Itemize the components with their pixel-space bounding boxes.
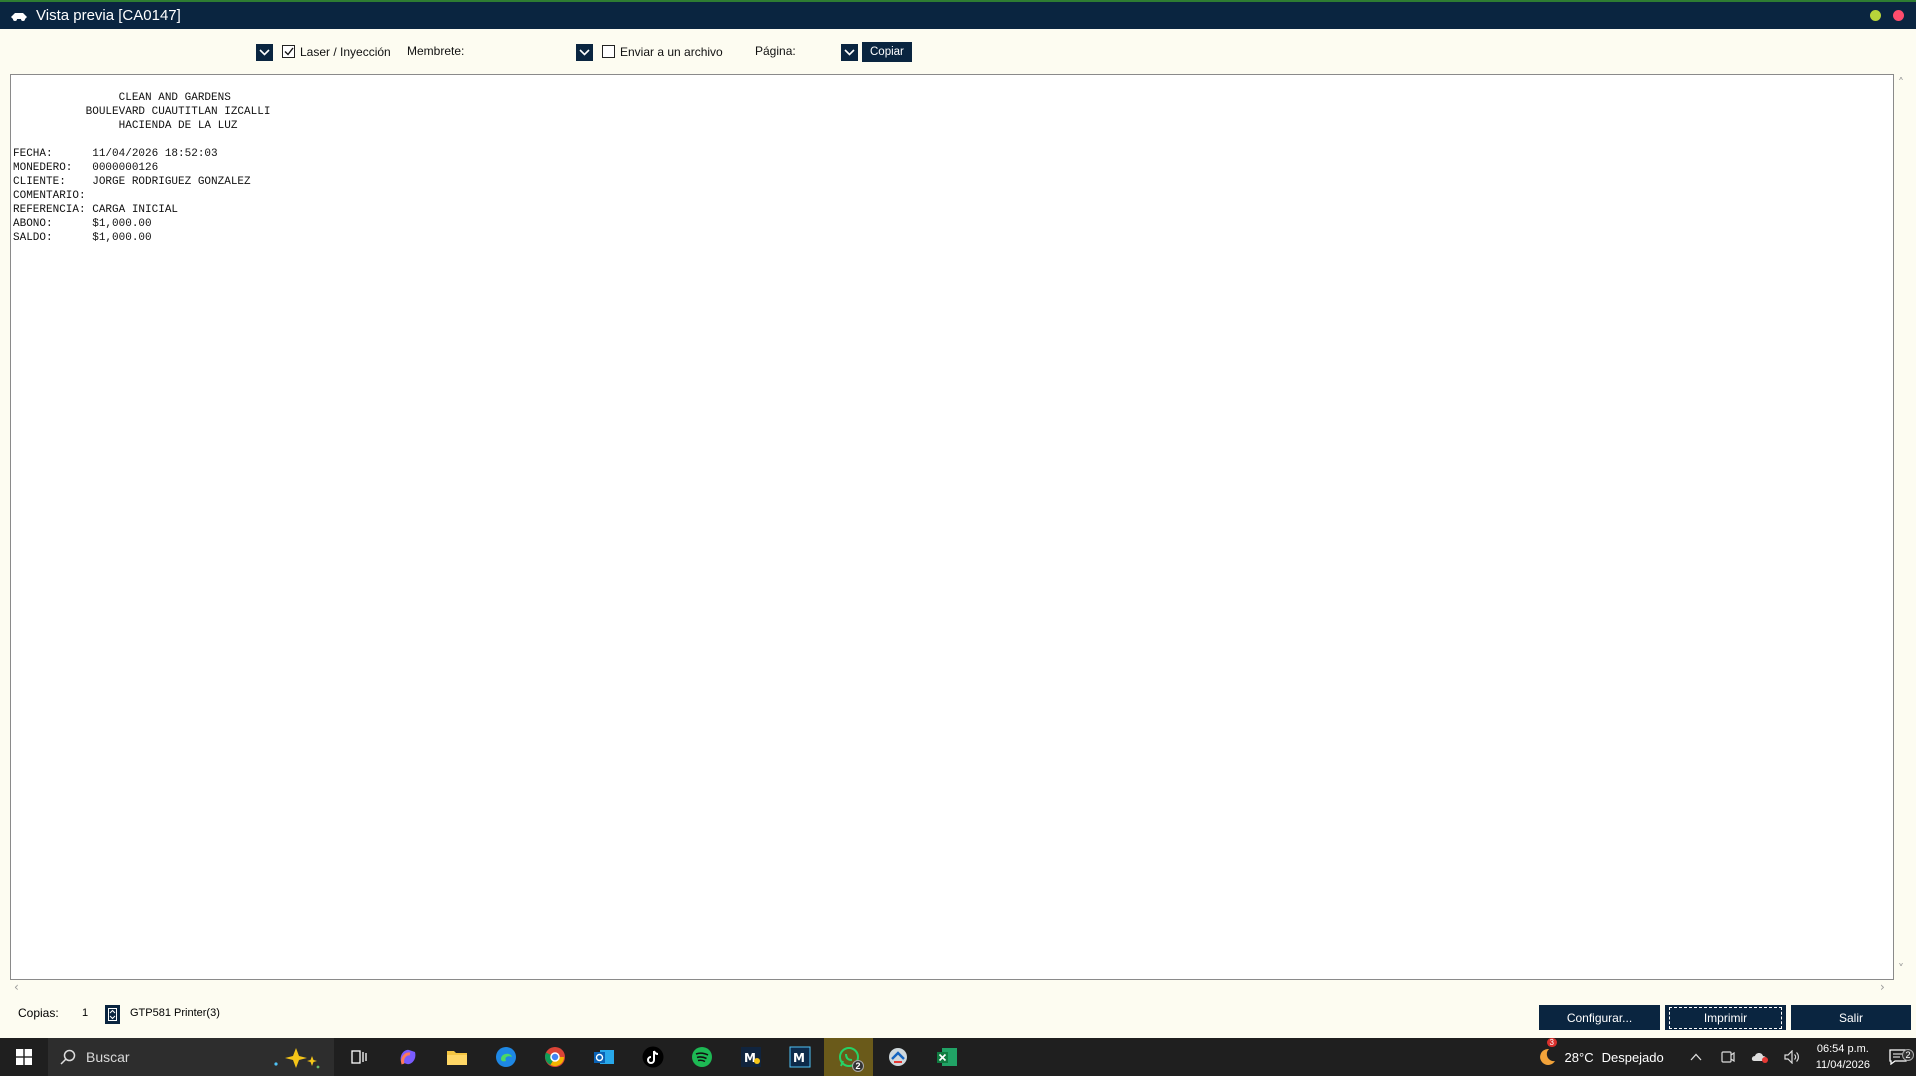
file-explorer-icon[interactable] <box>432 1038 481 1076</box>
document-line: SALDO: $1,000.00 <box>13 232 152 244</box>
chevron-down-icon[interactable] <box>841 44 858 61</box>
document-line: ABONO: $1,000.00 <box>13 218 152 230</box>
copy-button[interactable]: Copiar <box>862 42 912 62</box>
moon-weather-icon <box>1539 1048 1555 1065</box>
document-line: BOULEVARD CUAUTITLAN IZCALLI <box>13 106 271 118</box>
chevron-down-icon[interactable] <box>256 44 273 61</box>
document-line: HACIENDA DE LA LUZ <box>13 120 238 132</box>
page-combo[interactable] <box>805 44 841 62</box>
windows-start-icon[interactable] <box>0 1038 48 1076</box>
close-button[interactable] <box>1893 10 1904 21</box>
meet-now-icon[interactable] <box>1712 1050 1744 1064</box>
copies-input[interactable]: 1 <box>82 1007 88 1019</box>
toolbar: Laser / Inyección Membrete: Enviar a un … <box>0 29 1916 73</box>
volume-icon[interactable] <box>1776 1050 1808 1064</box>
bottom-bar: Copias: 1 GTP581 Printer(3) Configurar..… <box>0 998 1916 1038</box>
notifications-badge: 2 <box>1902 1049 1914 1061</box>
chevron-down-icon[interactable] <box>576 44 593 61</box>
page-label: Página: <box>755 44 796 58</box>
document-line: FECHA: 11/04/2026 18:52:03 <box>13 148 218 160</box>
document-line: COMENTARIO: <box>13 190 86 202</box>
weather-description: Despejado <box>1601 1049 1664 1065</box>
microsip-app-icon[interactable]: M <box>775 1038 824 1076</box>
copies-label: Copias: <box>18 1006 59 1020</box>
taskbar: Buscar M M 2 3 28°C Despejado 06:54 p.m.… <box>0 1038 1916 1076</box>
send-to-file-checkbox[interactable] <box>602 45 615 58</box>
weather-widget[interactable]: 3 28°C Despejado <box>1535 1038 1664 1068</box>
edge-browser-icon[interactable] <box>481 1038 530 1076</box>
whatsapp-icon[interactable]: 2 <box>824 1038 873 1076</box>
window-title: Vista previa [CA0147] <box>36 7 181 24</box>
document-line: CLIENTE: JORGE RODRIGUEZ GONZALEZ <box>13 176 251 188</box>
copilot-app-icon[interactable] <box>383 1038 432 1076</box>
chrome-browser-icon[interactable] <box>530 1038 579 1076</box>
taskbar-search[interactable]: Buscar <box>48 1038 334 1076</box>
exit-button[interactable]: Salir <box>1791 1005 1911 1030</box>
weather-alert-badge: 3 <box>1546 1038 1557 1047</box>
search-icon <box>60 1049 76 1065</box>
task-view-icon[interactable] <box>334 1038 383 1076</box>
printer-type-combo[interactable] <box>10 44 256 62</box>
laser-checkbox[interactable] <box>282 45 295 58</box>
remote-desktop-icon[interactable] <box>873 1038 922 1076</box>
copies-stepper[interactable] <box>105 1005 120 1024</box>
configure-button[interactable]: Configurar... <box>1539 1005 1660 1030</box>
configure-button-label: Configurar... <box>1566 1010 1633 1025</box>
system-tray: 3 28°C Despejado 06:54 p.m. 11/04/2026 2 <box>1535 1038 1916 1076</box>
clock-time: 06:54 p.m. <box>1816 1043 1869 1055</box>
title-bar: Vista previa [CA0147] <box>0 0 1916 29</box>
svg-text:M: M <box>793 1051 805 1065</box>
clock-date: 11/04/2026 <box>1815 1059 1870 1071</box>
send-to-file-label: Enviar a un archivo <box>620 45 723 59</box>
spotify-icon[interactable] <box>677 1038 726 1076</box>
print-preview-area[interactable]: CLEAN AND GARDENS BOULEVARD CUAUTITLAN I… <box>10 74 1894 980</box>
scroll-down-icon[interactable]: ˅ <box>1898 962 1904 976</box>
document-line: MONEDERO: 0000000126 <box>13 162 159 174</box>
scroll-up-icon[interactable]: ˄ <box>1898 76 1904 90</box>
chevron-up-icon[interactable] <box>1680 1053 1712 1061</box>
scroll-left-icon[interactable]: ‹ <box>14 980 19 994</box>
copilot-sparkle-icon[interactable] <box>268 1046 324 1073</box>
horizontal-scrollbar[interactable]: ‹ › <box>10 980 1894 996</box>
outlook-icon[interactable] <box>579 1038 628 1076</box>
system-clock[interactable]: 06:54 p.m. 11/04/2026 <box>1816 1041 1870 1073</box>
svg-text:M: M <box>744 1051 756 1065</box>
whatsapp-badge: 2 <box>852 1060 864 1072</box>
search-placeholder: Buscar <box>86 1049 130 1065</box>
excel-icon[interactable] <box>922 1038 971 1076</box>
laser-label: Laser / Inyección <box>300 45 391 59</box>
print-button[interactable]: Imprimir <box>1665 1005 1786 1030</box>
membrete-combo[interactable] <box>470 44 576 62</box>
document-line: CLEAN AND GARDENS <box>13 92 231 104</box>
onedrive-icon[interactable] <box>1744 1050 1776 1064</box>
app-icon <box>10 9 28 23</box>
tiktok-icon[interactable] <box>628 1038 677 1076</box>
minimize-button[interactable] <box>1870 10 1881 21</box>
mercurio-app-icon[interactable]: M <box>726 1038 775 1076</box>
notifications-icon[interactable]: 2 <box>1880 1049 1916 1065</box>
membrete-label: Membrete: <box>407 44 465 58</box>
document-content: CLEAN AND GARDENS BOULEVARD CUAUTITLAN I… <box>13 91 270 245</box>
scroll-right-icon[interactable]: › <box>1880 980 1885 994</box>
vertical-scrollbar[interactable]: ˄ ˅ <box>1894 74 1912 980</box>
weather-temperature: 28°C <box>1564 1049 1594 1065</box>
print-button-label: Imprimir <box>1669 1006 1782 1029</box>
document-line: REFERENCIA: CARGA INICIAL <box>13 204 179 216</box>
exit-button-label: Salir <box>1838 1010 1863 1025</box>
printer-name: GTP581 Printer(3) <box>130 1007 220 1019</box>
